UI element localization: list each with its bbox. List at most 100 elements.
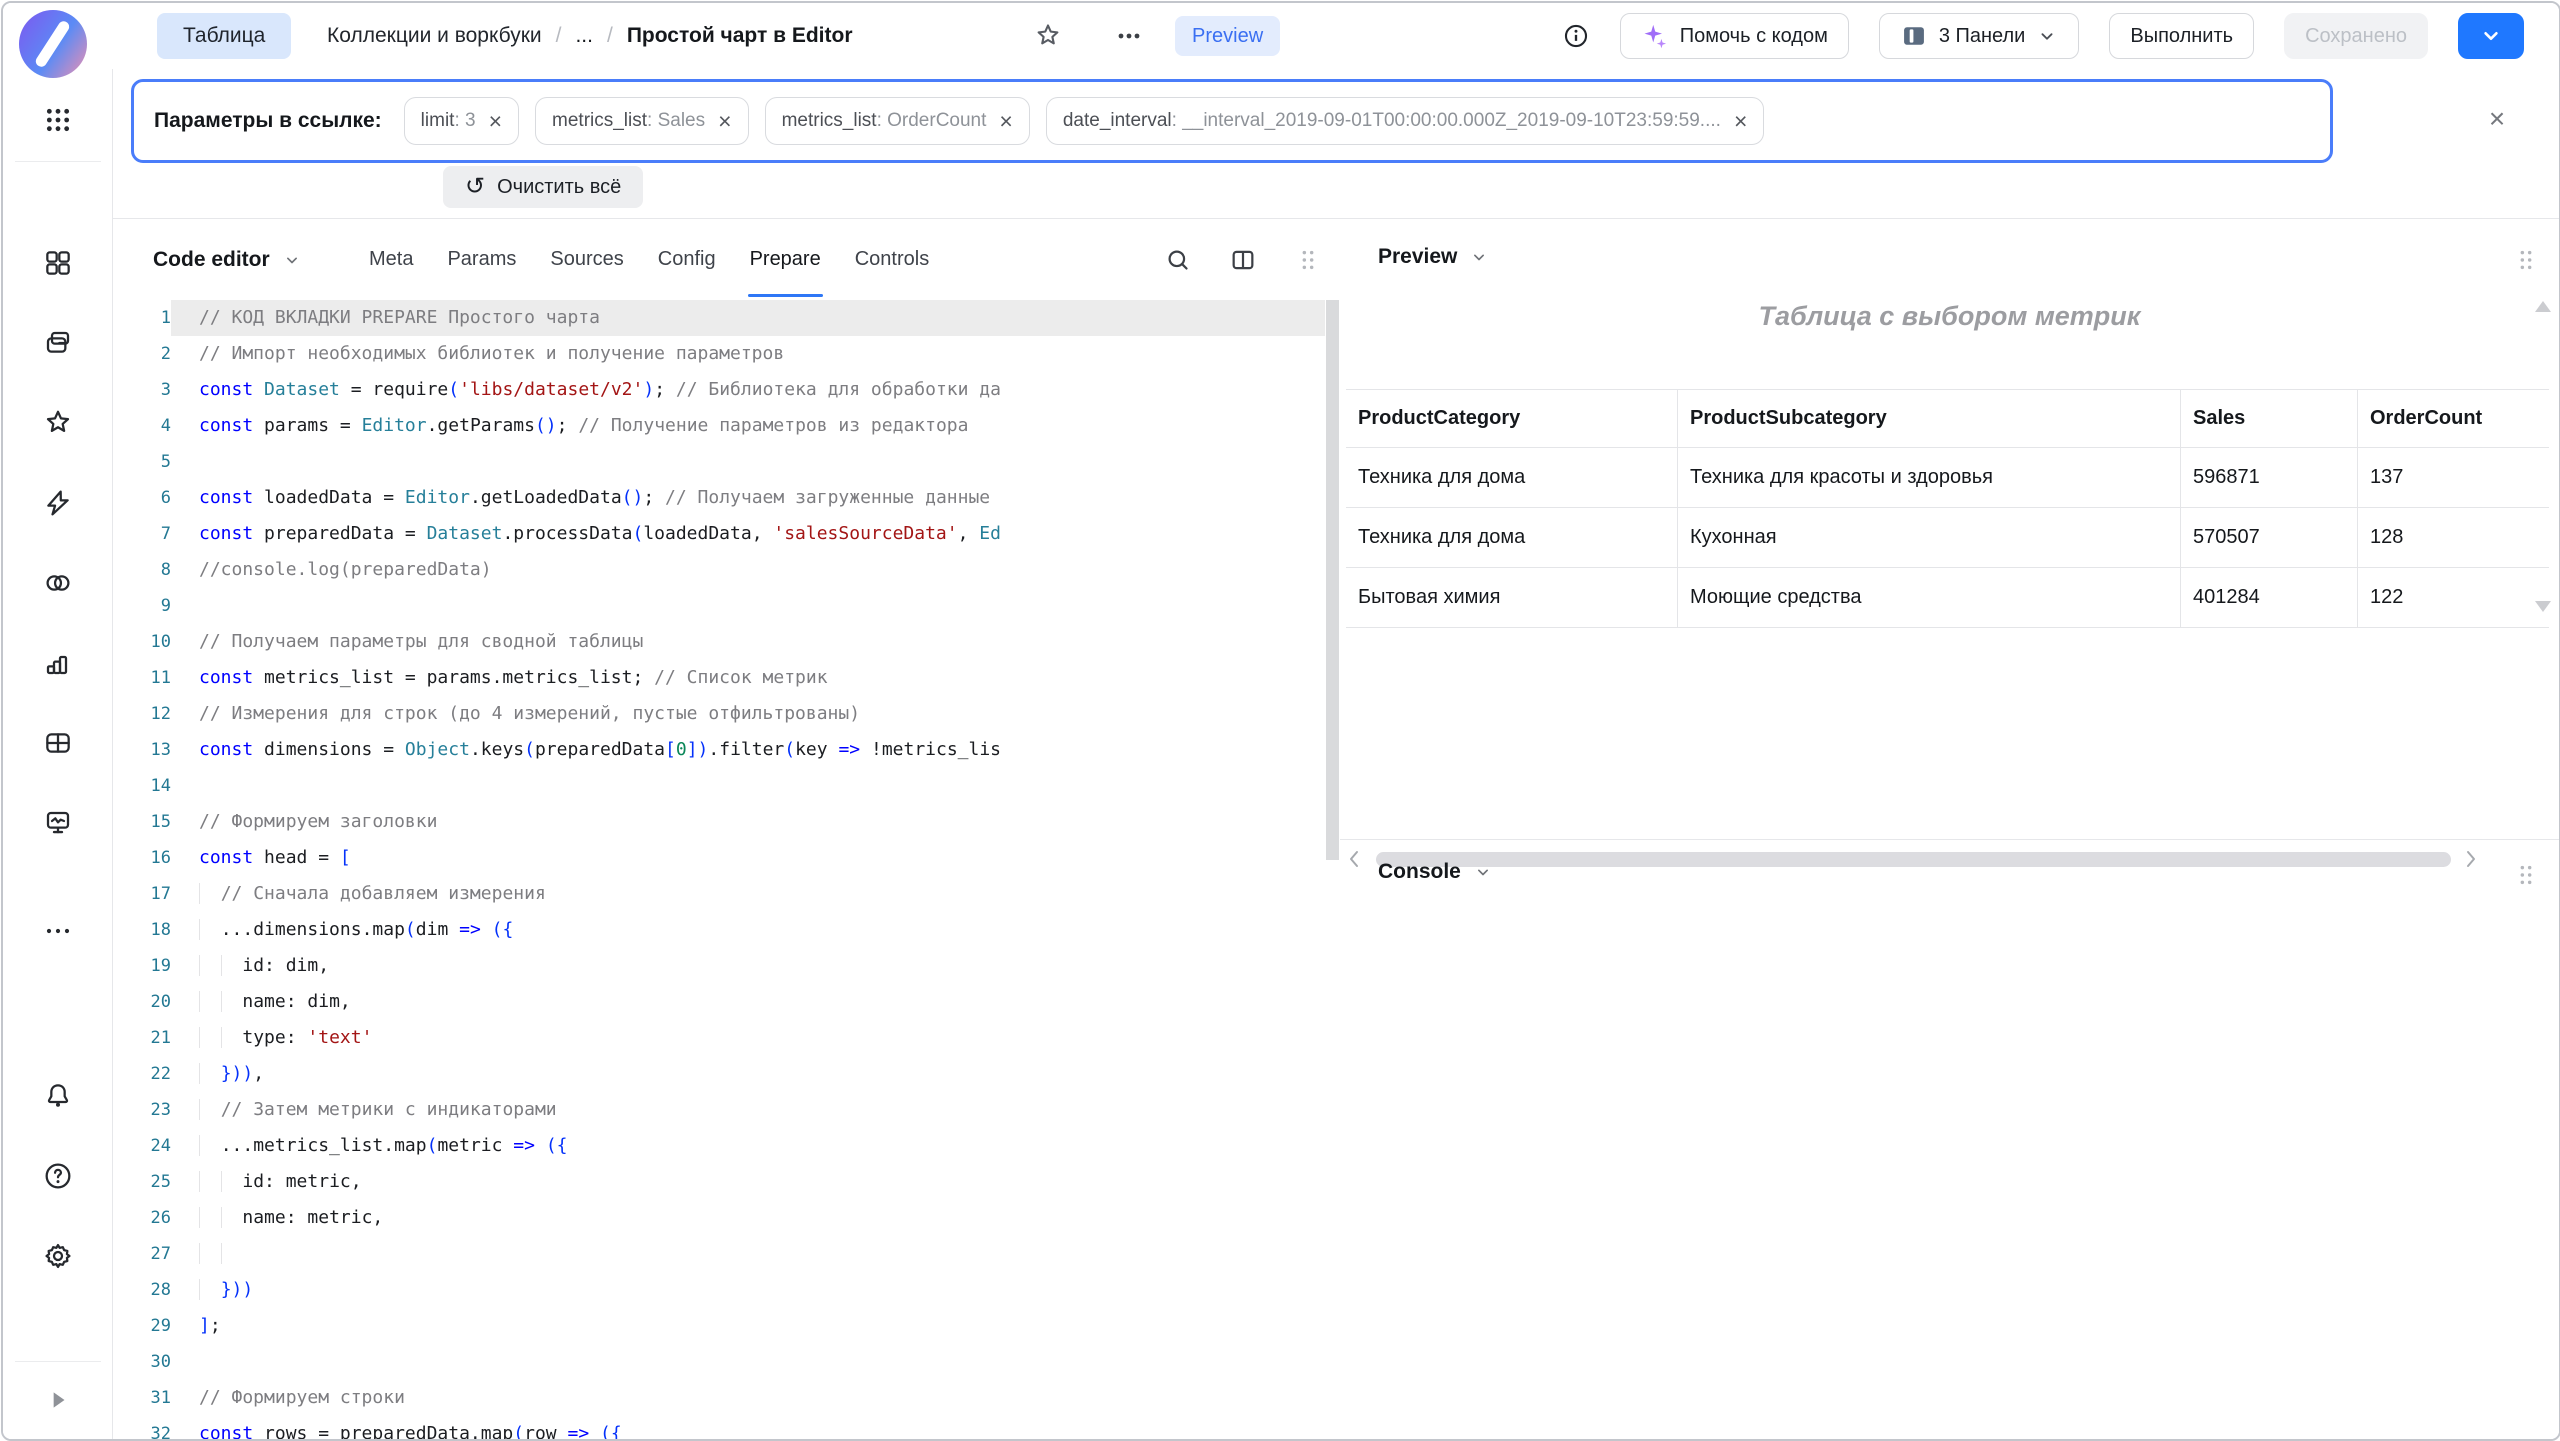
code-token: //console.log(preparedData) [199, 559, 492, 580]
star-icon[interactable] [1033, 21, 1063, 51]
line-number: 2 [113, 336, 171, 372]
code-editor-content[interactable]: 1// КОД ВКЛАДКИ PREPARE Простого чарта2/… [113, 300, 1325, 1439]
line-number: 16 [113, 840, 171, 876]
help-with-code-button[interactable]: Помочь с кодом [1620, 13, 1849, 59]
code-token: 0 [676, 739, 687, 760]
table-cell: Моющие средства [1678, 568, 2181, 628]
breadcrumb-root[interactable]: Коллекции и воркбуки [327, 24, 542, 48]
code-token [199, 1099, 221, 1120]
more-icon[interactable] [36, 909, 80, 953]
line-content: ...metrics_list.map(metric => ({ [199, 1128, 1325, 1164]
save-menu-button[interactable] [2458, 13, 2524, 59]
lightning-icon[interactable] [36, 481, 80, 525]
code-token: })) [221, 1279, 254, 1300]
line-decoration [171, 336, 199, 372]
info-icon[interactable] [1562, 22, 1590, 50]
code-token: // Получаем загруженные данные [654, 487, 990, 508]
run-button[interactable]: Выполнить [2109, 13, 2254, 59]
line-decoration [171, 912, 199, 948]
breadcrumb-ellipsis[interactable]: ... [575, 24, 593, 48]
save-button[interactable]: Сохранено [2284, 13, 2428, 59]
chip-remove-icon[interactable]: × [999, 110, 1012, 133]
line-decoration [171, 1200, 199, 1236]
editor-title-dropdown[interactable]: Code editor [153, 219, 302, 300]
tab-meta[interactable]: Meta [369, 219, 413, 300]
line-number: 14 [113, 768, 171, 804]
code-token [199, 1279, 221, 1300]
code-token: => [459, 919, 481, 940]
line-decoration [171, 372, 199, 408]
code-token: ) [643, 379, 654, 400]
chip-remove-icon[interactable]: × [1734, 110, 1747, 133]
code-token: ( [524, 739, 535, 760]
dashboards-icon[interactable] [36, 241, 80, 285]
editor-monitor-icon[interactable] [36, 801, 80, 845]
editor-title: Code editor [153, 248, 270, 272]
star-icon[interactable] [36, 401, 80, 445]
param-chip[interactable]: metrics_list : Sales× [535, 97, 749, 145]
table-header-cell: OrderCount [2358, 390, 2550, 448]
code-line: 27 [113, 1236, 1325, 1272]
tab-table[interactable]: Таблица [157, 13, 291, 59]
code-line: 2// Импорт необходимых библиотек и получ… [113, 336, 1325, 372]
drag-handle-icon[interactable] [1293, 245, 1323, 275]
code-token: () [535, 415, 557, 436]
tab-sources[interactable]: Sources [550, 219, 623, 300]
help-icon[interactable] [36, 1154, 80, 1198]
preview-badge[interactable]: Preview [1175, 16, 1280, 56]
code-token: , [253, 1063, 264, 1084]
scroll-up-icon[interactable] [2535, 301, 2551, 312]
search-icon[interactable] [1163, 245, 1193, 275]
apps-grid-icon[interactable] [36, 98, 80, 142]
param-chip-key: metrics_list [782, 110, 877, 132]
code-token: ( [448, 379, 459, 400]
param-chip[interactable]: metrics_list : OrderCount× [765, 97, 1030, 145]
drag-handle-icon[interactable] [2515, 862, 2537, 886]
expand-icon[interactable] [36, 1378, 80, 1422]
tab-controls[interactable]: Controls [855, 219, 929, 300]
panels-label: 3 Панели [1939, 25, 2026, 48]
bell-icon[interactable] [36, 1074, 80, 1118]
code-token [199, 955, 221, 976]
line-number: 17 [113, 876, 171, 912]
tab-prepare[interactable]: Prepare [750, 219, 821, 300]
code-token [221, 1207, 243, 1228]
code-token [221, 1243, 243, 1264]
code-token: const [199, 847, 253, 868]
preview-dropdown[interactable]: Preview [1378, 245, 1489, 269]
line-number: 20 [113, 984, 171, 1020]
connections-icon[interactable] [36, 561, 80, 605]
gear-icon[interactable] [36, 1234, 80, 1278]
scroll-down-icon[interactable] [2535, 601, 2551, 612]
chip-remove-icon[interactable]: × [489, 110, 502, 133]
line-decoration [171, 1380, 199, 1416]
code-token: head = [253, 847, 340, 868]
code-token [589, 1423, 600, 1439]
more-menu-icon[interactable] [1115, 27, 1143, 45]
param-chip[interactable]: date_interval : __interval_2019-09-01T00… [1046, 97, 1765, 145]
chart-icon[interactable] [36, 641, 80, 685]
param-chip[interactable]: limit : 3× [404, 97, 519, 145]
collections-icon[interactable] [36, 321, 80, 365]
line-content: // Измерения для строк (до 4 измерений, … [199, 696, 1325, 732]
console-dropdown[interactable]: Console [1378, 860, 1493, 884]
tab-params[interactable]: Params [447, 219, 516, 300]
params-close-icon[interactable]: × [2475, 97, 2519, 141]
panels-button[interactable]: 3 Панели [1879, 13, 2080, 59]
datalens-logo[interactable] [19, 10, 87, 78]
table-icon[interactable] [36, 721, 80, 765]
editor-scrollbar[interactable] [1325, 300, 1340, 1439]
table-cell: Техника для красоты и здоровья [1678, 448, 2181, 508]
code-line: 23 // Затем метрики с индикаторами [113, 1092, 1325, 1128]
drag-handle-icon[interactable] [2515, 247, 2537, 271]
tab-config[interactable]: Config [658, 219, 716, 300]
chip-remove-icon[interactable]: × [718, 110, 731, 133]
split-view-icon[interactable] [1228, 245, 1258, 275]
line-number: 24 [113, 1128, 171, 1164]
code-token [199, 1171, 221, 1192]
editor-scrollbar-thumb[interactable] [1326, 300, 1339, 860]
code-token: // Измерения для строк (до 4 измерений, … [199, 703, 860, 724]
line-decoration [171, 1164, 199, 1200]
code-line: 32const rows = preparedData.map(row => (… [113, 1416, 1325, 1439]
clear-all-button[interactable]: ↺ Очистить всё [443, 166, 643, 208]
